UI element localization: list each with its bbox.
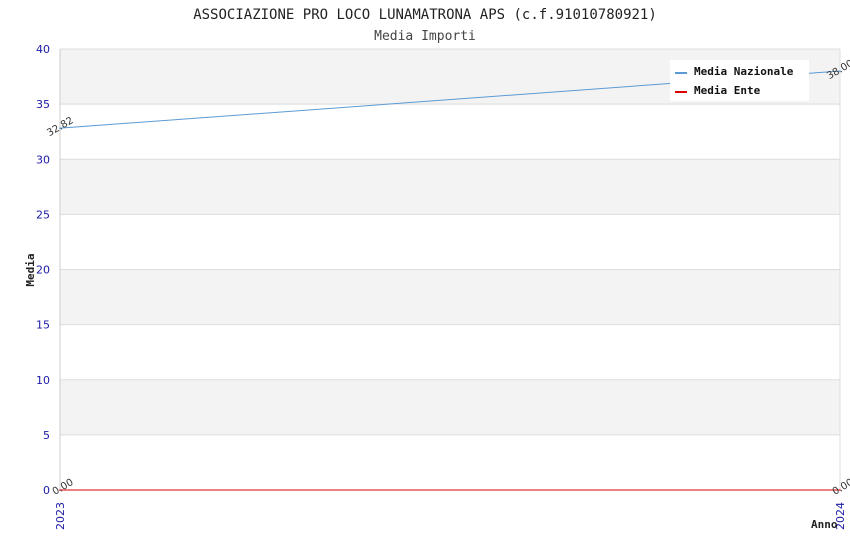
legend: Media Nazionale Media Ente (670, 60, 809, 101)
y-tick-label: 40 (36, 43, 50, 56)
y-tick-label: 35 (36, 98, 50, 111)
x-ticks: 2023 2024 (54, 502, 847, 530)
y-ticks: 0 5 10 15 20 25 30 35 40 (36, 43, 50, 497)
plot-band (60, 324, 840, 380)
y-tick-label: 0 (43, 484, 50, 497)
plot-band (60, 269, 840, 325)
x-axis-label: Anno (811, 518, 838, 531)
y-tick-label: 30 (36, 153, 50, 166)
chart: 0510152025303540 2023 2024 32.8238.000.00… (24, 7, 850, 531)
y-tick-label: 5 (43, 429, 50, 442)
plot-band (60, 434, 840, 490)
y-axis-label: Media (24, 253, 37, 286)
chart-title: ASSOCIAZIONE PRO LOCO LUNAMATRONA APS (c… (193, 7, 657, 23)
x-tick-label: 2023 (54, 502, 67, 530)
chart-subtitle: Media Importi (374, 29, 476, 44)
plot-band (60, 379, 840, 435)
data-label: 0.00 (51, 477, 76, 498)
plot-band (60, 159, 840, 215)
y-tick-label: 25 (36, 208, 50, 221)
y-tick-label: 10 (36, 374, 50, 387)
legend-label-media-nazionale: Media Nazionale (694, 65, 794, 78)
legend-label-media-ente: Media Ente (694, 84, 761, 97)
plot-band (60, 214, 840, 270)
y-tick-label: 15 (36, 319, 50, 332)
y-tick-label: 20 (36, 264, 50, 277)
plot-band (60, 104, 840, 160)
